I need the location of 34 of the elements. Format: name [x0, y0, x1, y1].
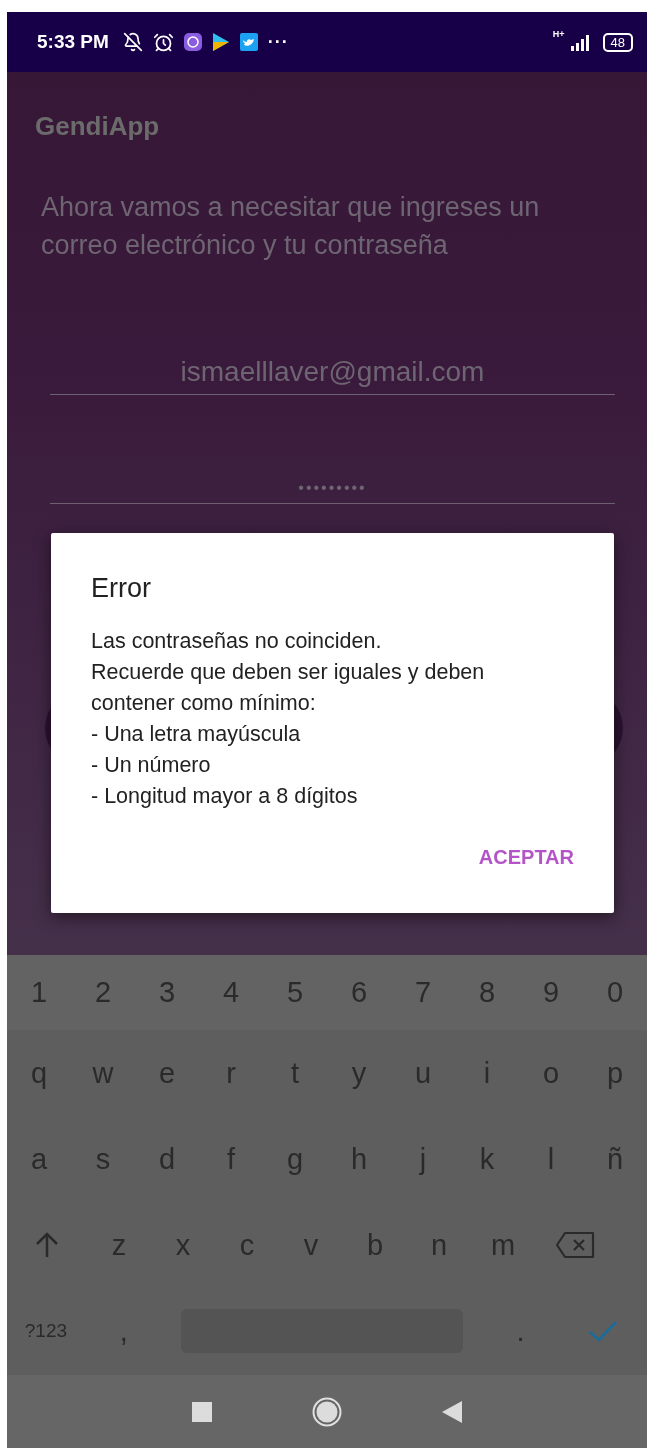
- keyboard-key[interactable]: 6: [327, 955, 391, 1030]
- instruction-text: Ahora vamos a necesitar que ingreses un correo electrónico y tu contraseña: [41, 191, 541, 262]
- keyboard-key[interactable]: 4: [199, 955, 263, 1030]
- dialog-title: Error: [91, 573, 152, 604]
- alarm-clock-icon: [152, 31, 174, 53]
- accept-button[interactable]: ACEPTAR: [474, 838, 578, 877]
- battery-level: 48: [602, 32, 633, 52]
- keyboard-key[interactable]: 3: [135, 955, 199, 1030]
- square-icon[interactable]: [192, 1401, 212, 1422]
- keyboard-key[interactable]: 9: [519, 955, 583, 1030]
- keyboard-key[interactable]: .: [481, 1288, 560, 1374]
- keyboard-key[interactable]: 2: [71, 955, 135, 1030]
- bird-icon: [239, 33, 258, 51]
- play-triangle-icon: [211, 32, 230, 52]
- home-circle-icon[interactable]: [312, 1396, 342, 1427]
- keyboard-key[interactable]: 1: [7, 955, 71, 1030]
- password-field[interactable]: •••••••••: [50, 479, 615, 504]
- keyboard-key[interactable]: 7: [391, 955, 455, 1030]
- checkmark-icon[interactable]: [588, 1320, 619, 1342]
- dialog-message: Las contraseñas no coinciden. Recuerde que deben ser iguales y deben contener como mínimo: - Una letra mayúscula - Un número - Longitud mayor a 8 dígitos: [91, 628, 486, 810]
- bell-off-icon: [122, 32, 143, 52]
- shift-arrow-icon[interactable]: [34, 1231, 60, 1259]
- keyboard-key[interactable]: 0: [583, 955, 647, 1030]
- app-icon: [183, 33, 202, 51]
- email-field[interactable]: ismaelllaver@gmail.com: [50, 356, 615, 395]
- app-title: GendiApp: [34, 109, 161, 143]
- keyboard-key[interactable]: 5: [263, 955, 327, 1030]
- back-triangle-icon[interactable]: [442, 1400, 462, 1423]
- keyboard-key[interactable]: 8: [455, 955, 519, 1030]
- more-notifications: ···: [267, 31, 289, 53]
- backspace-icon[interactable]: [555, 1231, 595, 1259]
- status-time: 5:33 PM: [37, 31, 109, 53]
- network-type: H+: [552, 29, 565, 39]
- keyboard-key[interactable]: ,: [84, 1288, 163, 1374]
